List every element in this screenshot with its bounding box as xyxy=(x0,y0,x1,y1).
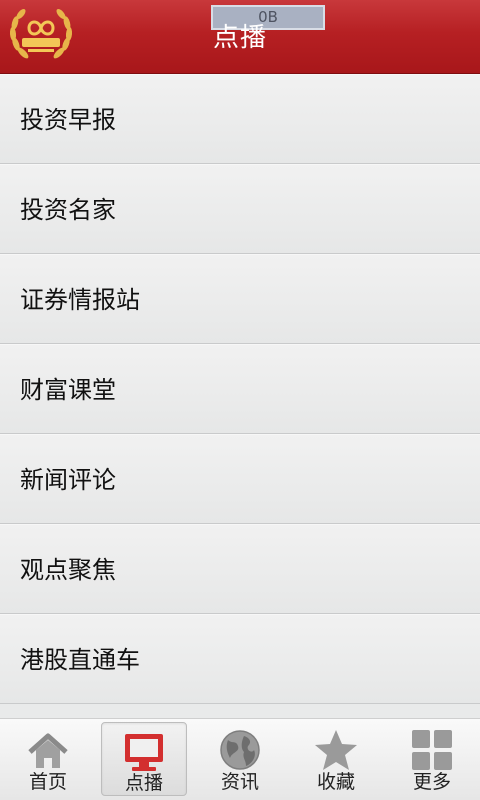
caijing-china-logo-icon[interactable] xyxy=(6,4,76,68)
list-item-label: 新闻评论 xyxy=(20,466,116,494)
list-item-label: 投资早报 xyxy=(20,106,116,134)
tab-news[interactable]: 资讯 xyxy=(198,722,282,796)
grid-icon xyxy=(408,728,456,772)
list-item-label: 证券情报站 xyxy=(20,286,140,314)
list-item[interactable]: 港股直通车 xyxy=(0,614,480,704)
star-icon xyxy=(312,728,360,772)
tab-favorites[interactable]: 收藏 xyxy=(294,722,378,796)
tab-label: 首页 xyxy=(28,771,67,793)
list-item-label: 投资名家 xyxy=(20,196,116,224)
bottom-tab-bar: 首页 点播 资讯 收藏 更多 xyxy=(0,718,480,800)
list-item[interactable]: 投资名家 xyxy=(0,164,480,254)
list-item-label: 观点聚焦 xyxy=(20,556,116,584)
list-item[interactable]: 新闻评论 xyxy=(0,434,480,524)
tab-home[interactable]: 首页 xyxy=(6,722,90,796)
category-list: 投资早报 投资名家 证券情报站 财富课堂 新闻评论 观点聚焦 港股直通车 xyxy=(0,74,480,718)
page-title: 点播 xyxy=(212,23,267,53)
tab-more[interactable]: 更多 xyxy=(390,722,474,796)
tab-label: 资讯 xyxy=(220,771,259,793)
list-item-label: 港股直通车 xyxy=(20,646,140,674)
home-icon xyxy=(24,728,72,772)
tab-label: 收藏 xyxy=(316,771,355,793)
globe-icon xyxy=(216,728,264,772)
list-item-label: 财富课堂 xyxy=(20,376,116,404)
list-item[interactable]: 观点聚焦 xyxy=(0,524,480,614)
monitor-icon xyxy=(120,729,168,773)
tab-vod[interactable]: 点播 xyxy=(101,722,187,796)
list-item[interactable]: 投资早报 xyxy=(0,74,480,164)
tab-label: 更多 xyxy=(412,771,451,793)
tab-label: 点播 xyxy=(124,772,163,794)
header-bar: 0B 点播 xyxy=(0,0,480,74)
list-item[interactable]: 证券情报站 xyxy=(0,254,480,344)
list-item[interactable]: 财富课堂 xyxy=(0,344,480,434)
